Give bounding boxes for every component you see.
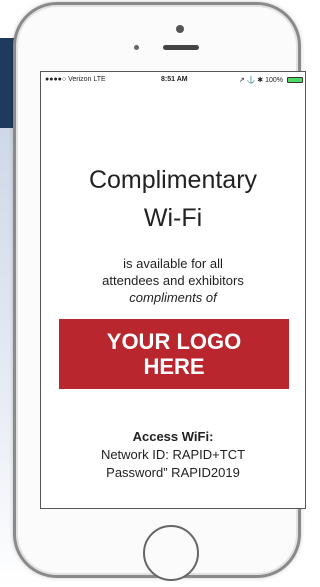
battery-icon <box>287 77 303 83</box>
password-text: Password” RAPID2019 <box>106 465 240 480</box>
status-indicators: ↗ ⚓ ✱ 100% <box>238 77 283 84</box>
title-line-1: Complimentary <box>88 166 258 194</box>
access-wifi-title: Access WiFi: <box>132 429 214 444</box>
subtitle-line-2: attendees and exhibitors <box>102 273 244 288</box>
logo-text-line-1: YOUR LOGO <box>106 329 242 354</box>
home-button-icon[interactable] <box>143 525 199 581</box>
logo-text-line-2: HERE <box>143 354 205 379</box>
earpiece-icon <box>163 45 199 50</box>
clock-label: 8:51 AM <box>161 76 188 83</box>
subtitle-line-3: compliments of <box>129 290 217 305</box>
title-line-2: Wi-Fi <box>143 204 203 232</box>
sensor-icon <box>134 45 139 50</box>
battery-fill <box>288 78 302 82</box>
carrier-label: ●●●●○ Verizon LTE <box>45 76 106 83</box>
camera-icon <box>176 25 184 33</box>
subtitle-line-1: is available for all <box>123 256 223 271</box>
status-bar: ●●●●○ Verizon LTE 8:51 AM ↗ ⚓ ✱ 100% <box>41 72 305 88</box>
phone-frame: ●●●●○ Verizon LTE 8:51 AM ↗ ⚓ ✱ 100% Com… <box>13 2 306 581</box>
network-id-text: Network ID: RAPID+TCT <box>100 447 246 462</box>
logo-placeholder: YOUR LOGO HERE <box>59 319 289 389</box>
phone-screen: ●●●●○ Verizon LTE 8:51 AM ↗ ⚓ ✱ 100% Com… <box>40 71 306 509</box>
